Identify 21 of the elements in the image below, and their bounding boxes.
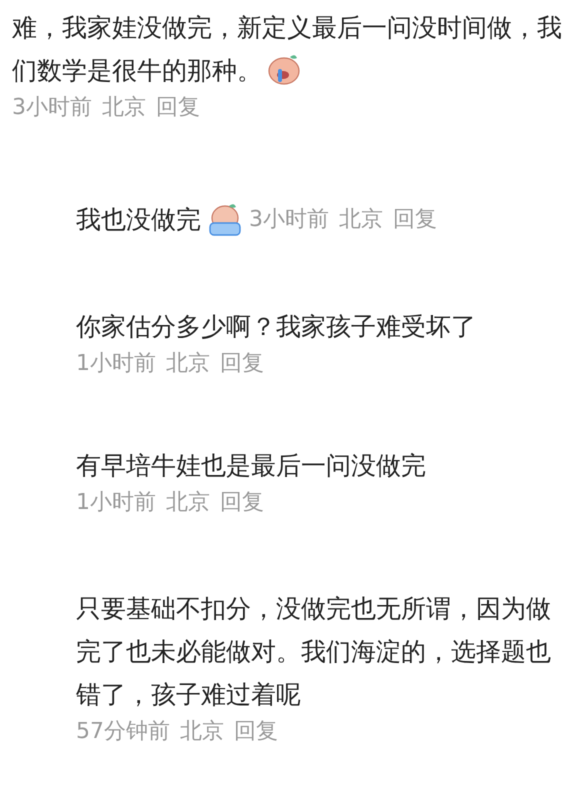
- reply-text: 有早培牛娃也是最后一问没做完: [76, 450, 427, 482]
- comment-location: 北京: [102, 94, 146, 122]
- comment-time: 1小时前: [76, 489, 156, 517]
- reply-text: 你家估分多少啊？我家孩子难受坏了: [76, 311, 477, 343]
- reply-link[interactable]: 回复: [234, 718, 278, 746]
- reply-link[interactable]: 回复: [220, 350, 264, 378]
- reply-link[interactable]: 回复: [220, 489, 264, 517]
- comment-location: 北京: [339, 206, 383, 234]
- peach-tears-icon: [207, 202, 243, 236]
- comment-location: 北京: [166, 489, 210, 517]
- comment-location: 北京: [166, 350, 210, 378]
- comment-time: 57分钟前: [76, 718, 170, 746]
- comment-location: 北京: [180, 718, 224, 746]
- comment-time: 3小时前: [12, 94, 92, 122]
- reply-text: 只要基础不扣分，没做完也无所谓，因为做完了也未必能做对。我们海淀的，选择题也错了，孩子难过着呢: [76, 593, 552, 711]
- reply-link[interactable]: 回复: [156, 94, 200, 122]
- reply-link[interactable]: 回复: [393, 206, 437, 234]
- comment-text: 难，我家娃没做完，新定义最后一问没时间做，我们数学是很牛的那种。: [12, 12, 562, 87]
- comment-time: 3小时前: [249, 206, 329, 234]
- comment-time: 1小时前: [76, 350, 156, 378]
- reply-text: 我也没做完: [76, 204, 201, 236]
